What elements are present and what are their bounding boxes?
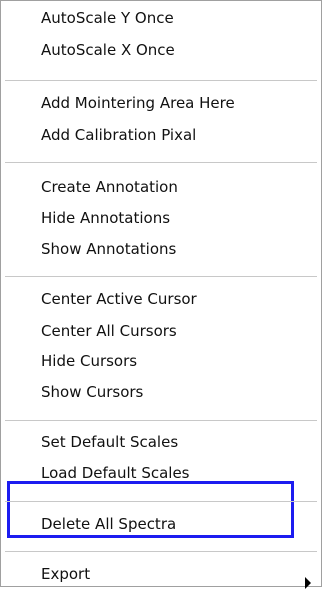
menu-item-add-calibration-pixel[interactable]: Add Calibration Pixal — [41, 122, 196, 148]
menu-item-autoscale-x-once[interactable]: AutoScale X Once — [41, 37, 175, 63]
menu-item-autoscale-y-once[interactable]: AutoScale Y Once — [41, 5, 174, 31]
menu-separator — [5, 80, 317, 81]
menu-item-show-cursors[interactable]: Show Cursors — [41, 379, 143, 405]
menu-item-set-default-scales[interactable]: Set Default Scales — [41, 429, 178, 455]
menu-separator — [5, 276, 317, 277]
menu-item-center-all-cursors[interactable]: Center All Cursors — [41, 318, 177, 344]
menu-separator — [5, 501, 317, 502]
context-menu: AutoScale Y Once AutoScale X Once Add Mo… — [0, 0, 322, 589]
menu-item-hide-annotations[interactable]: Hide Annotations — [41, 205, 170, 231]
menu-item-add-monitoring-area[interactable]: Add Mointering Area Here — [41, 90, 235, 116]
menu-item-create-annotation[interactable]: Create Annotation — [41, 174, 178, 200]
menu-item-load-default-scales[interactable]: Load Default Scales — [41, 460, 190, 486]
menu-item-center-active-cursor[interactable]: Center Active Cursor — [41, 286, 197, 312]
menu-separator — [5, 551, 317, 552]
menu-item-show-annotations[interactable]: Show Annotations — [41, 236, 176, 262]
menu-item-hide-cursors[interactable]: Hide Cursors — [41, 348, 137, 374]
menu-item-export[interactable]: Export — [41, 561, 90, 587]
menu-separator — [5, 420, 317, 421]
submenu-arrow-icon — [305, 577, 311, 589]
menu-separator — [5, 162, 317, 163]
menu-item-delete-all-spectra[interactable]: Delete All Spectra — [41, 511, 176, 537]
